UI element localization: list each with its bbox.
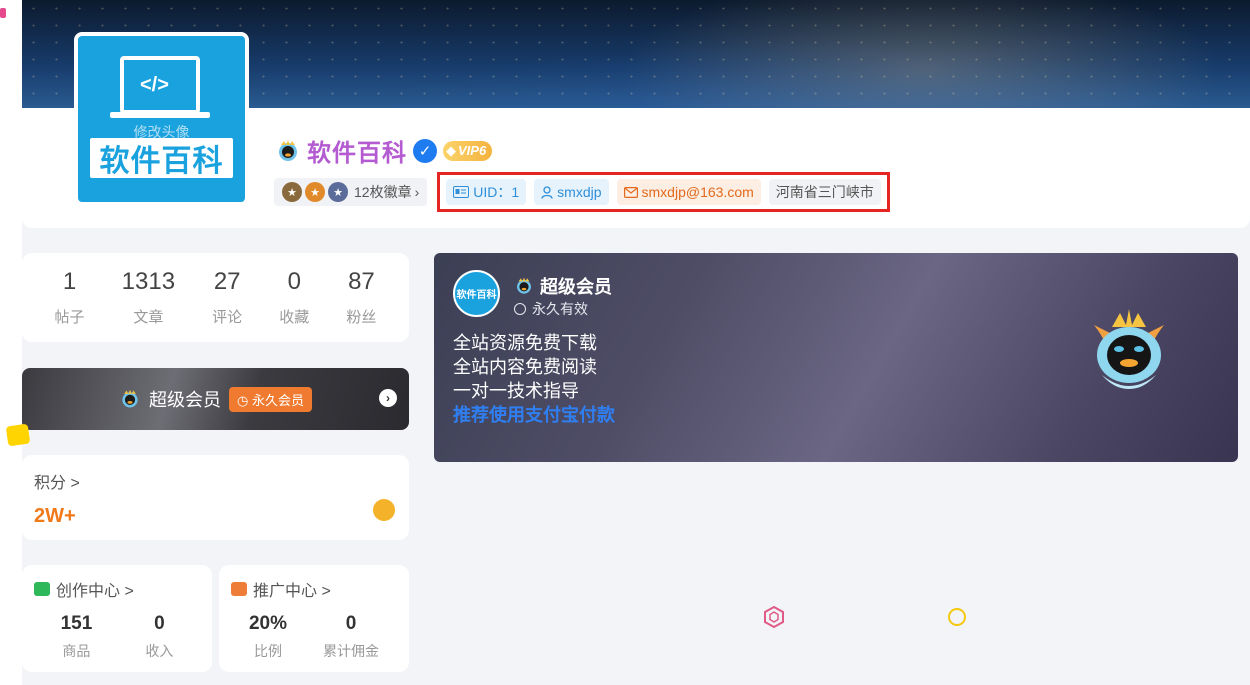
points-value: 2W+ <box>34 505 76 527</box>
total-commission-stat: 0 累计佣金 <box>323 613 379 659</box>
stat-followers[interactable]: 87 粉丝 <box>346 253 376 342</box>
location-text: 河南省三门峡市 <box>775 184 874 200</box>
mail-icon <box>623 186 638 198</box>
membership-card: 软件百科 超级会员 永久有效 全站资源免费下载 全站内容免费阅读 一对一技术指导… <box>434 253 1238 462</box>
mascot-icon <box>122 389 138 408</box>
avatar-brand: 软件百科 <box>90 138 233 179</box>
creation-center-card[interactable]: 创作中心 > 151 商品 0 收入 <box>22 565 212 672</box>
location-tag: 河南省三门峡市 <box>768 179 881 205</box>
clock-icon <box>514 303 526 315</box>
income-stat: 0 收入 <box>145 613 174 659</box>
membership-validity: 永久有效 <box>532 301 588 317</box>
id-card-icon <box>453 186 470 198</box>
vip-bar-title: 超级会员 <box>149 390 221 410</box>
user-name: 软件百科 <box>307 140 407 167</box>
stat-comments[interactable]: 27 评论 <box>212 253 242 342</box>
super-vip-bar[interactable]: 超级会员 ◷ 永久会员 › <box>22 368 409 430</box>
benefit-item: 全站内容免费阅读 <box>453 357 597 377</box>
money-bag-icon <box>231 582 247 596</box>
promotion-center-card[interactable]: 推广中心 > 20% 比例 0 累计佣金 <box>219 565 409 672</box>
medal-icon: ★ <box>282 182 302 202</box>
decoration-dot <box>0 8 6 18</box>
commission-rate-stat: 20% 比例 <box>248 613 288 659</box>
stats-card: 1 帖子 1313 文章 27 评论 0 收藏 87 粉丝 <box>22 253 409 342</box>
benefit-item: 全站资源免费下载 <box>453 333 597 353</box>
stat-articles[interactable]: 1313 文章 <box>122 253 175 342</box>
decoration-circle <box>948 608 966 626</box>
profile-header-card: </> 修改头像 软件百科 软件百科 ✓ ◆ VIP6 ★ ★ ★ 12枚徽章 … <box>22 0 1250 228</box>
diamond-icon: ◆ <box>446 142 456 158</box>
email-text: smxdjp@163.com <box>641 184 754 200</box>
verified-icon: ✓ <box>413 138 437 163</box>
mascot-icon <box>517 277 531 294</box>
decoration-sticker <box>5 423 31 447</box>
code-icon: </> <box>140 74 169 96</box>
highlight-box: UID：1 smxdjp smxdjp@163.com 河南省三门峡市 <box>437 172 890 212</box>
stat-posts[interactable]: 1 帖子 <box>55 253 85 342</box>
decoration-cube <box>764 605 784 629</box>
chevron-right-icon: › <box>414 184 420 200</box>
avatar[interactable]: </> 修改头像 软件百科 <box>78 36 245 202</box>
medal-count: 12枚徽章 <box>354 184 412 200</box>
membership-benefits: 全站资源免费下载 全站内容免费阅读 一对一技术指导 推荐使用支付宝付款 <box>453 331 615 427</box>
name-row: 软件百科 ✓ ◆ VIP6 <box>275 133 493 168</box>
promotion-center-label[interactable]: 推广中心 > <box>253 577 331 601</box>
username-tag: smxdjp <box>534 179 609 205</box>
points-label[interactable]: 积分 > <box>34 469 397 493</box>
permanent-member-pill: ◷ 永久会员 <box>229 386 312 412</box>
creation-center-label[interactable]: 创作中心 > <box>56 577 134 601</box>
membership-title-row: 超级会员 <box>514 273 612 299</box>
uid-text: UID：1 <box>473 184 520 200</box>
username-text: smxdjp <box>557 184 602 200</box>
medals-link[interactable]: ★ ★ ★ 12枚徽章 › <box>274 178 428 206</box>
stat-favorites[interactable]: 0 收藏 <box>279 253 309 342</box>
coins-icon <box>373 499 395 521</box>
arrow-right-icon[interactable]: › <box>379 389 397 407</box>
vip-level-text: VIP6 <box>458 143 487 158</box>
vip-level-badge[interactable]: ◆ VIP6 <box>443 140 493 161</box>
mascot-icon <box>279 139 297 161</box>
shop-icon <box>34 582 50 596</box>
points-card[interactable]: 积分 > 2W+ <box>22 455 409 540</box>
benefit-item: 一对一技术指导 <box>453 381 579 401</box>
membership-title: 超级会员 <box>540 277 612 297</box>
medal-icon: ★ <box>305 182 325 202</box>
member-avatar: 软件百科 <box>453 270 500 317</box>
email-tag: smxdjp@163.com <box>616 179 761 205</box>
page-left-edge <box>0 0 22 685</box>
uid-tag: UID：1 <box>446 179 527 205</box>
profile-meta-row: ★ ★ ★ 12枚徽章 › UID：1 smxdjp smxdjp@163.co… <box>274 172 890 212</box>
payment-tip: 推荐使用支付宝付款 <box>453 405 615 425</box>
user-icon <box>541 185 553 199</box>
avatar-brand-text: 软件百科 <box>99 144 224 179</box>
products-stat: 151 商品 <box>60 613 93 659</box>
medal-icon: ★ <box>328 182 348 202</box>
avatar-frame[interactable]: </> 修改头像 软件百科 <box>74 32 249 206</box>
membership-validity-row: 永久有效 <box>514 299 588 319</box>
dragon-mascot-icon <box>1094 309 1164 389</box>
